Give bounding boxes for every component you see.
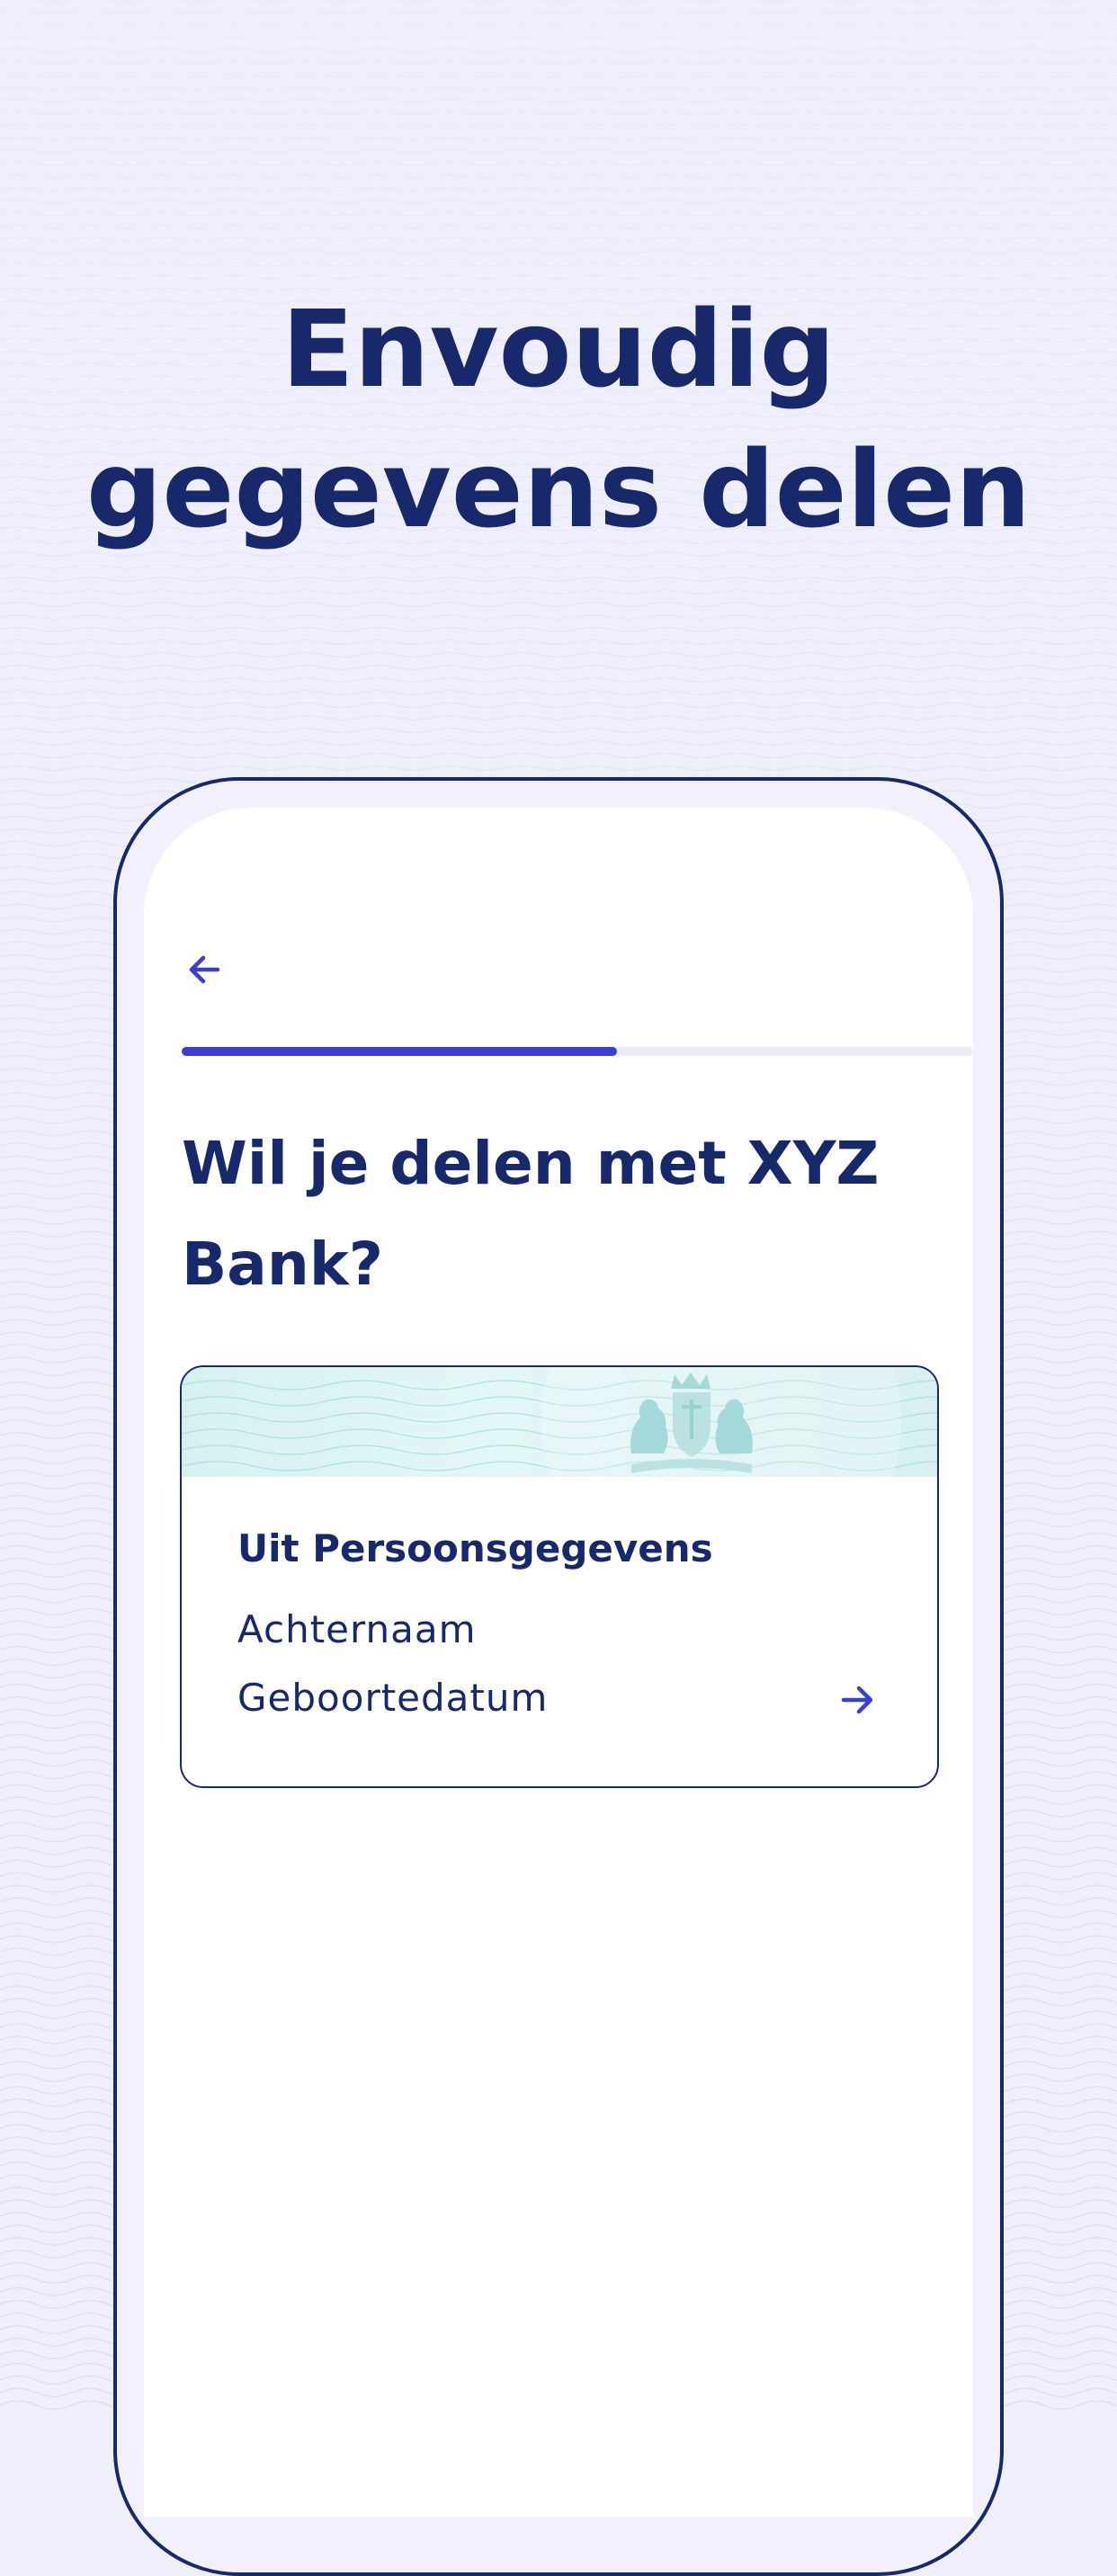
hero-headline-line2: gegevens delen bbox=[85, 427, 1032, 551]
arrow-left-icon bbox=[189, 955, 220, 984]
arrow-right-icon bbox=[841, 1686, 873, 1714]
share-question: Wil je delen met XYZ Bank? bbox=[182, 1129, 880, 1299]
hero-headline: Envoudig gegevens delen bbox=[0, 279, 1117, 559]
card-arrow-button[interactable] bbox=[831, 1673, 885, 1727]
progress-bar-fill bbox=[182, 1047, 617, 1056]
progress-bar bbox=[182, 1047, 973, 1056]
back-button[interactable] bbox=[178, 943, 232, 997]
share-data-card[interactable]: Uit Persoonsgegevens Achternaam Geboorte… bbox=[180, 1365, 939, 1788]
card-title: Uit Persoonsgegevens bbox=[237, 1526, 713, 1570]
card-banner bbox=[182, 1367, 937, 1477]
card-item-achternaam: Achternaam bbox=[237, 1607, 477, 1651]
card-banner-pattern bbox=[182, 1367, 937, 1477]
card-item-geboortedatum: Geboortedatum bbox=[237, 1676, 549, 1720]
phone-screen: Wil je delen met XYZ Bank? Uit Persoonsg… bbox=[144, 808, 973, 2517]
hero-headline-line1: Envoudig bbox=[281, 287, 836, 411]
